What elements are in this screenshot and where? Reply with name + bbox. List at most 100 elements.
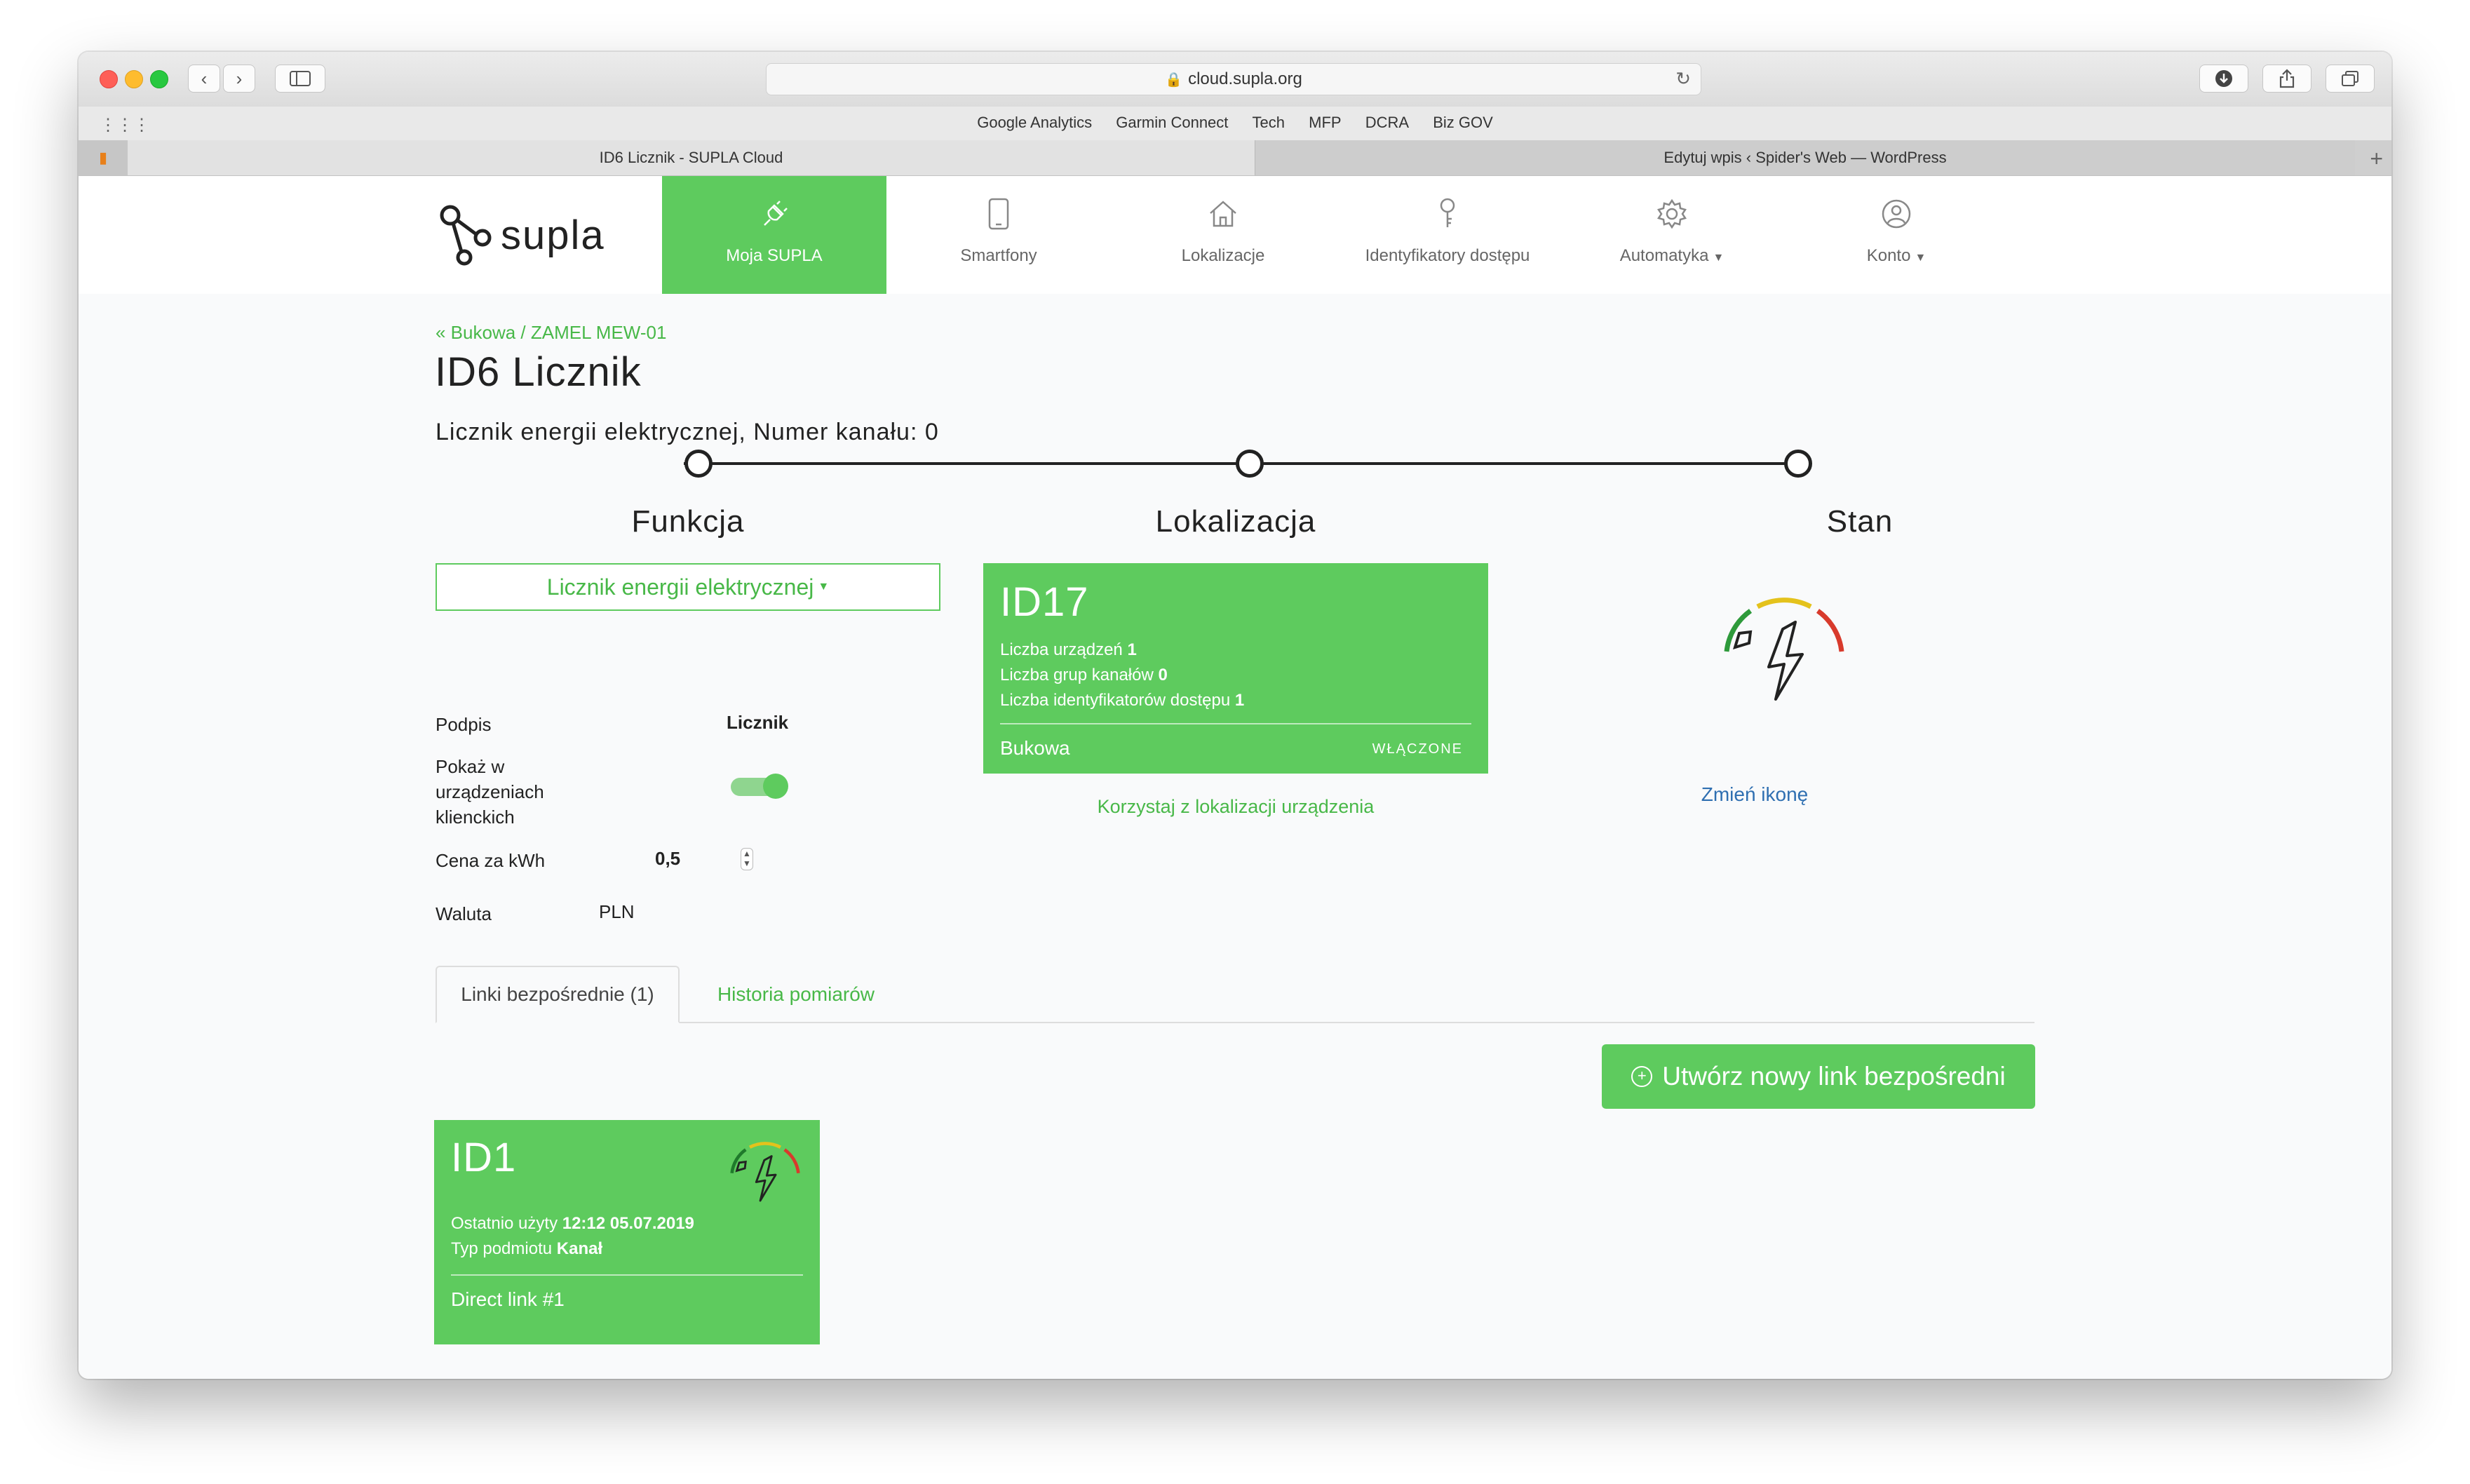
- groups-label: Liczba grup kanałów: [1000, 666, 1154, 684]
- aids-count: 1: [1234, 691, 1245, 710]
- channel-state-icon: [1714, 581, 1854, 711]
- step-circle-location: [1236, 450, 1264, 478]
- nav-label: Konto: [1866, 246, 1911, 265]
- sidebar-icon: [290, 71, 311, 86]
- caret-down-icon: ▼: [1915, 252, 1926, 264]
- home-icon: [1210, 201, 1236, 227]
- tab-label: Linki bezpośrednie (1): [461, 983, 654, 1005]
- tab-title: ID6 Licznik - SUPLA Cloud: [599, 149, 783, 166]
- tab-supla[interactable]: ID6 Licznik - SUPLA Cloud: [128, 140, 1255, 175]
- tab-wordpress[interactable]: Edytuj wpis ‹ Spider's Web — WordPress: [1255, 140, 2355, 175]
- minimize-window-button[interactable]: [125, 70, 143, 88]
- function-select[interactable]: Licznik energii elektrycznej ▼: [436, 563, 940, 611]
- devices-count: 1: [1127, 640, 1137, 659]
- sidebar-button[interactable]: [275, 65, 325, 93]
- devices-label: Liczba urządzeń: [1000, 640, 1123, 659]
- page-title: ID6 Licznik: [435, 349, 642, 395]
- function-heading: Funkcja: [631, 504, 745, 539]
- smartphone-icon: [988, 198, 1009, 230]
- nav-moja-supla[interactable]: Moja SUPLA: [662, 176, 886, 294]
- key-icon: [1440, 198, 1455, 227]
- gear-icon: [1657, 198, 1687, 229]
- breadcrumb[interactable]: « Bukowa / ZAMEL MEW-01: [436, 322, 666, 344]
- nav-label: Identyfikatory dostępu: [1365, 246, 1530, 265]
- caption-value[interactable]: Licznik: [727, 712, 788, 734]
- maximize-window-button[interactable]: [150, 70, 168, 88]
- tab-label: Historia pomiarów: [717, 983, 875, 1005]
- lock-icon: 🔒: [1165, 72, 1183, 88]
- create-direct-link-button[interactable]: + Utwórz nowy link bezpośredni: [1602, 1044, 2035, 1109]
- close-window-button[interactable]: [100, 70, 118, 88]
- chevron-left-icon: ‹: [201, 67, 208, 89]
- location-id: ID17: [1000, 579, 1089, 625]
- user-icon: [1882, 199, 1911, 229]
- use-device-location-link[interactable]: Korzystaj z lokalizacji urządzenia: [983, 796, 1488, 818]
- aids-label: Liczba identyfikatorów dostępu: [1000, 691, 1231, 710]
- favorite-link[interactable]: DCRA: [1365, 114, 1409, 131]
- price-stepper[interactable]: ▲ ▼: [741, 848, 753, 870]
- location-card[interactable]: ID17 Liczba urządzeń 1 Liczba grup kanał…: [983, 563, 1488, 774]
- favorite-link[interactable]: Google Analytics: [977, 114, 1092, 131]
- favorites-bar: ⋮⋮⋮ Google Analytics Garmin Connect Tech…: [79, 107, 2391, 142]
- state-heading: Stan: [1826, 504, 1894, 539]
- main-content: « Bukowa / ZAMEL MEW-01 ID6 Licznik Licz…: [79, 294, 2391, 1379]
- nav-automatyka[interactable]: Automatyka ▼: [1560, 176, 1784, 294]
- address-bar[interactable]: 🔒 cloud.supla.org ↻: [766, 63, 1701, 95]
- last-used-label: Ostatnio użyty: [451, 1214, 558, 1233]
- last-used-value: 12:12 05.07.2019: [562, 1214, 694, 1233]
- nav-smartfony[interactable]: Smartfony: [886, 176, 1111, 294]
- price-input[interactable]: 0,5: [655, 848, 680, 870]
- steps-line: [684, 462, 1785, 465]
- card-divider: [451, 1274, 803, 1276]
- browser-window: ‹ › 🔒 cloud.supla.org ↻ ⋮⋮⋮ Google Analy…: [79, 52, 2391, 1379]
- favorites-list: Google Analytics Garmin Connect Tech MFP…: [79, 114, 2391, 132]
- nav-lokalizacje[interactable]: Lokalizacje: [1111, 176, 1335, 294]
- subject-type-label: Typ podmiotu: [451, 1239, 553, 1258]
- electricity-meter-icon: [1724, 598, 1844, 701]
- caret-down-icon: ▼: [818, 581, 830, 593]
- direct-link-id: ID1: [451, 1135, 517, 1180]
- direct-link-card[interactable]: ID1 Ostatnio użyty 12:12 05.07.2019 Typ …: [434, 1120, 820, 1344]
- favorite-link[interactable]: MFP: [1309, 114, 1341, 131]
- favorite-link[interactable]: Tech: [1253, 114, 1285, 131]
- tabs-icon: [2342, 71, 2358, 86]
- toggle-knob: [763, 774, 788, 799]
- logo-text: supla: [501, 212, 605, 258]
- app-navbar: supla Moja SUPLA Smartfony Lokalizacje I…: [79, 176, 2391, 294]
- groups-count: 0: [1158, 666, 1168, 684]
- favorite-link[interactable]: Biz GOV: [1433, 114, 1493, 131]
- electricity-meter-icon: [730, 1142, 800, 1202]
- step-circle-function: [684, 450, 713, 478]
- show-in-clients-toggle[interactable]: [731, 774, 788, 799]
- nav-label: Smartfony: [960, 246, 1037, 265]
- downloads-button[interactable]: [2199, 65, 2248, 93]
- pinned-tab-analytics[interactable]: ▮: [79, 140, 128, 175]
- card-divider: [1000, 723, 1471, 724]
- forward-button[interactable]: ›: [223, 65, 255, 93]
- tab-title: Edytuj wpis ‹ Spider's Web — WordPress: [1663, 149, 1947, 166]
- status-badge: WŁĄCZONE: [1372, 741, 1463, 757]
- reload-icon[interactable]: ↻: [1675, 68, 1691, 90]
- tab-measurement-history[interactable]: Historia pomiarów: [691, 966, 901, 1023]
- change-icon-link[interactable]: Zmień ikonę: [1607, 783, 1902, 806]
- share-button[interactable]: [2262, 65, 2312, 93]
- favorite-link[interactable]: Garmin Connect: [1116, 114, 1228, 131]
- nav-konto[interactable]: Konto ▼: [1784, 176, 2009, 294]
- back-button[interactable]: ‹: [188, 65, 220, 93]
- nav-identyfikatory[interactable]: Identyfikatory dostępu: [1335, 176, 1560, 294]
- price-label: Cena za kWh: [436, 850, 546, 871]
- tab-direct-links[interactable]: Linki bezpośrednie (1): [436, 966, 680, 1023]
- nav-label: Lokalizacje: [1181, 246, 1265, 265]
- new-tab-button[interactable]: +: [2370, 146, 2383, 172]
- supla-logo-icon: [440, 205, 492, 266]
- nav-label: Moja SUPLA: [726, 246, 823, 265]
- download-icon: [2215, 70, 2232, 87]
- browser-toolbar: ‹ › 🔒 cloud.supla.org ↻: [79, 52, 2391, 108]
- plug-icon: [764, 201, 788, 226]
- caret-down-icon: ▼: [1713, 252, 1725, 264]
- function-selected-value: Licznik energii elektrycznej: [546, 574, 814, 600]
- supla-logo[interactable]: supla: [438, 204, 605, 266]
- currency-value[interactable]: PLN: [599, 901, 635, 923]
- tabs-overview-button[interactable]: [2326, 65, 2375, 93]
- share-icon: [2279, 69, 2295, 88]
